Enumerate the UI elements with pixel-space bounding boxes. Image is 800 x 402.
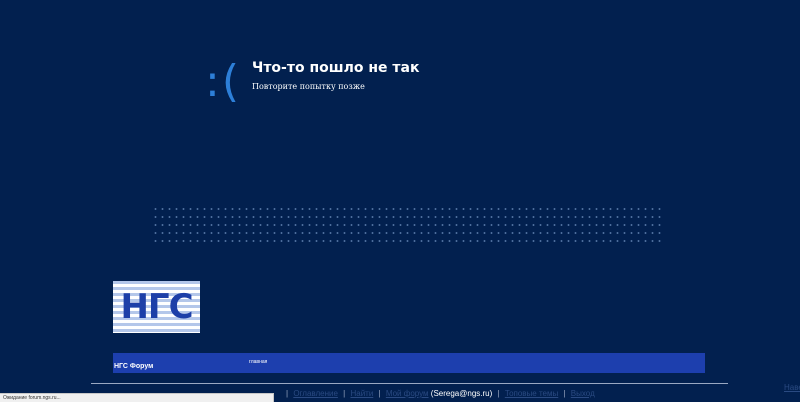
footer-divider bbox=[91, 383, 728, 384]
logo-text: НГС bbox=[120, 287, 193, 327]
my-forum-link[interactable]: Мой форум bbox=[386, 389, 429, 398]
sad-face-icon: :( bbox=[205, 56, 241, 107]
footer-links: | Оглавление | Найти | Мой форум (Serega… bbox=[283, 389, 595, 398]
about-link[interactable]: Оглавление bbox=[293, 389, 338, 398]
logout-link[interactable]: Выход bbox=[571, 389, 595, 398]
nav-forum-title[interactable]: НГС Форум bbox=[114, 363, 153, 370]
search-link[interactable]: Найти bbox=[350, 389, 373, 398]
ngs-logo[interactable]: НГС bbox=[113, 281, 200, 333]
link-separator: | bbox=[343, 389, 346, 398]
forum-nav-bar: НГС Форум главная bbox=[113, 353, 705, 373]
dot-pattern bbox=[152, 205, 664, 245]
link-separator: | bbox=[378, 389, 381, 398]
browser-status-bar: Ожидание forum.ngs.ru... bbox=[0, 393, 274, 402]
link-separator: | bbox=[286, 389, 289, 398]
user-email: (Serega@ngs.ru) bbox=[430, 389, 493, 398]
link-separator: | bbox=[563, 389, 566, 398]
navigation-link[interactable]: Наве bbox=[784, 383, 800, 392]
link-separator: | bbox=[497, 389, 500, 398]
error-subtitle: Повторите попытку позже bbox=[252, 82, 365, 91]
top-topics-link[interactable]: Топовые темы bbox=[505, 389, 558, 398]
nav-home-link[interactable]: главная bbox=[249, 359, 267, 365]
error-title: Что-то пошло не так bbox=[252, 60, 420, 76]
